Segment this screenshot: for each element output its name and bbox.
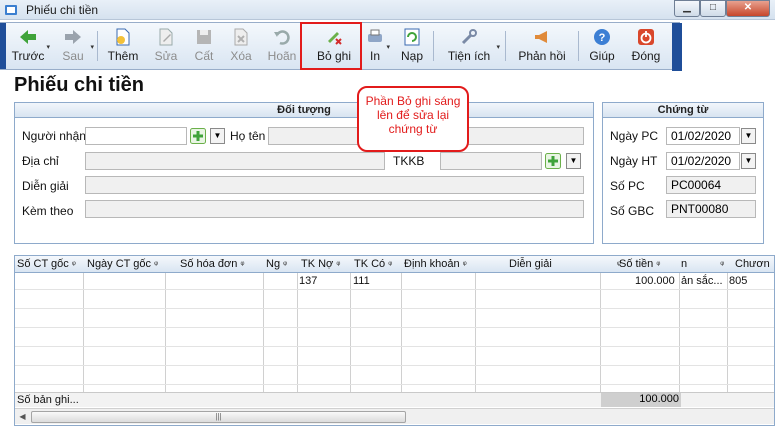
column-header[interactable]: Định khoản ᵠ: [404, 258, 467, 270]
undo-button[interactable]: Hoãn: [264, 25, 300, 69]
column-header[interactable]: Số hóa đơn ᵠ: [180, 258, 244, 270]
entries-grid: Số CT gốc ᵠ Ngày CT gốc ᵠ Số hóa đơn ᵠ N…: [14, 255, 775, 426]
close-window-button[interactable]: ✕: [726, 0, 770, 17]
ngay-pc-input[interactable]: 01/02/2020: [666, 127, 740, 145]
add-recipient-icon[interactable]: [190, 128, 206, 144]
address-label: Địa chỉ: [22, 154, 59, 168]
feedback-button[interactable]: Phản hồi: [514, 25, 570, 69]
toolbar-separator: [97, 31, 98, 61]
add-tkkb-icon[interactable]: [545, 153, 561, 169]
help-icon: ?: [594, 29, 610, 45]
back-button[interactable]: Trước ▾: [8, 25, 50, 69]
record-count-label: Số bản ghi...: [17, 394, 79, 406]
scroll-left-icon[interactable]: ◀: [15, 410, 30, 424]
toolbar-accent: [0, 23, 6, 69]
app-icon: [5, 5, 17, 15]
doi-tuong-heading: Đối tượng: [15, 103, 593, 118]
printer-icon: [368, 29, 382, 42]
ngay-ht-dropdown[interactable]: ▼: [741, 153, 756, 169]
grid-footer: Số bản ghi... 100.000: [15, 392, 774, 407]
fullname-label: Họ tên: [230, 129, 266, 143]
so-gbc-input[interactable]: PNT00080: [666, 200, 756, 218]
horizontal-scrollbar[interactable]: ◀ |||: [15, 408, 774, 424]
print-button[interactable]: In ▾: [362, 25, 390, 69]
cell-n[interactable]: ản sắc...: [681, 275, 723, 287]
so-pc-input[interactable]: PC00064: [666, 176, 756, 194]
doi-tuong-group: Đối tượng: [14, 102, 594, 244]
ngay-ht-label: Ngày HT: [610, 154, 658, 168]
column-header[interactable]: Chươn: [735, 258, 770, 270]
column-header[interactable]: Ng ᵠ: [266, 258, 287, 270]
discard-highlight-box: [300, 22, 362, 70]
cell-tk-no[interactable]: 137: [299, 275, 317, 287]
toolbar-separator: [505, 31, 506, 61]
column-header[interactable]: TK Nợ ᵠ: [301, 258, 340, 270]
delete-document-icon: [234, 28, 248, 46]
column-header[interactable]: Số tiền ᵠ: [619, 258, 660, 270]
refresh-icon: [404, 28, 420, 46]
maximize-button[interactable]: □: [700, 0, 726, 17]
tkkb-input[interactable]: [440, 152, 542, 170]
recipient-label: Người nhận: [22, 129, 86, 143]
recipient-input[interactable]: [85, 127, 187, 145]
arrow-right-icon: [65, 30, 81, 44]
description-label: Diễn giải: [22, 179, 69, 193]
svg-text:?: ?: [599, 32, 606, 44]
annotation-callout: Phần Bỏ ghi sáng lên để sửa lại chứng từ: [357, 86, 469, 152]
column-header[interactable]: Ngày CT gốc ᵠ: [87, 258, 158, 270]
tools-icon: [461, 29, 477, 45]
floppy-disk-icon: [197, 30, 211, 44]
toolbar-separator: [578, 31, 579, 61]
minimize-button[interactable]: ▁: [674, 0, 700, 17]
ngay-ht-input[interactable]: 01/02/2020: [666, 152, 740, 170]
cell-chuong[interactable]: 805: [729, 275, 747, 287]
cell-so-tien[interactable]: 100.000: [635, 275, 675, 287]
undo-icon: [274, 30, 290, 45]
cell-tk-co[interactable]: 111: [353, 275, 370, 287]
footer-total: 100.000: [601, 393, 681, 407]
attachment-label: Kèm theo: [22, 204, 74, 218]
title-bar: Phiếu chi tiền ▁ □ ✕: [0, 0, 775, 20]
megaphone-icon: [535, 31, 547, 43]
tkkb-dropdown[interactable]: ▼: [566, 153, 581, 169]
attachment-input[interactable]: [85, 200, 584, 218]
toolbar-separator: [433, 31, 434, 61]
ngay-pc-label: Ngày PC: [610, 129, 659, 143]
column-header[interactable]: TK Có ᵠ: [354, 258, 392, 270]
so-gbc-label: Số GBC: [610, 204, 655, 218]
utilities-button[interactable]: Tiện ích ▾: [440, 25, 500, 69]
page-title: Phiếu chi tiền: [14, 74, 145, 96]
recipient-dropdown[interactable]: ▼: [210, 128, 225, 144]
edit-button[interactable]: Sửa: [148, 25, 184, 69]
new-document-icon: [116, 28, 130, 46]
toolbar-end-strip: [672, 23, 682, 71]
grid-header: Số CT gốc ᵠ Ngày CT gốc ᵠ Số hóa đơn ᵠ N…: [15, 256, 774, 273]
tkkb-label: TKKB: [393, 154, 425, 168]
add-button[interactable]: Thêm: [104, 25, 142, 69]
scrollbar-thumb[interactable]: |||: [31, 411, 406, 423]
so-pc-label: Số PC: [610, 179, 645, 193]
edit-document-icon: [159, 28, 173, 46]
column-header[interactable]: Diễn giải ᵠ: [509, 258, 621, 270]
description-input[interactable]: [85, 176, 584, 194]
address-input[interactable]: [85, 152, 385, 170]
power-icon: [638, 29, 654, 45]
load-button[interactable]: Nạp: [396, 25, 428, 69]
next-button[interactable]: Sau ▾: [54, 25, 94, 69]
arrow-left-icon: [20, 30, 36, 44]
help-button[interactable]: ? Giúp: [584, 25, 620, 69]
ngay-pc-dropdown[interactable]: ▼: [741, 128, 756, 144]
delete-button[interactable]: Xóa: [224, 25, 258, 69]
close-button[interactable]: Đóng: [628, 25, 664, 69]
window-title: Phiếu chi tiền: [26, 3, 99, 17]
chung-tu-heading: Chứng từ: [603, 103, 763, 118]
save-button[interactable]: Cất: [188, 25, 220, 69]
chung-tu-group: Chứng từ: [602, 102, 764, 244]
column-header[interactable]: Số CT gốc ᵠ: [17, 258, 76, 270]
column-header[interactable]: n ᵠ: [681, 258, 724, 270]
